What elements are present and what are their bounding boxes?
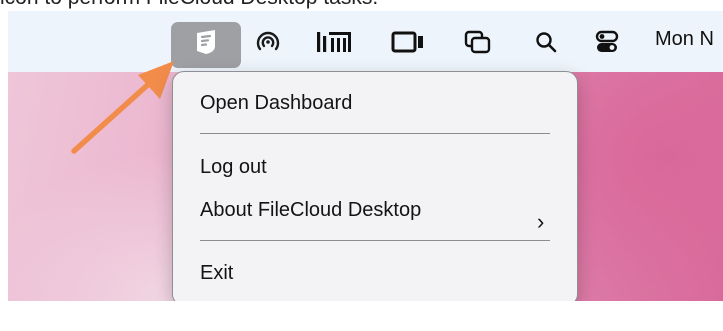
screen-record-icon[interactable] — [390, 26, 426, 58]
menubar-clock[interactable]: Mon N — [655, 28, 714, 51]
menu-item-log-out[interactable]: Log out — [200, 156, 267, 179]
menu-separator — [200, 240, 550, 241]
chevron-right-icon: › — [537, 209, 545, 234]
airdrop-icon[interactable] — [254, 26, 282, 58]
menu-item-exit[interactable]: Exit — [200, 262, 233, 285]
filecloud-icon[interactable] — [193, 26, 219, 58]
annotation-arrow — [71, 61, 174, 154]
control-center-icon[interactable] — [593, 26, 621, 58]
menu-item-about-filecloud-desktop[interactable]: About FileCloud Desktop — [200, 199, 421, 222]
menu-item-open-dashboard[interactable]: Open Dashboard — [200, 92, 352, 115]
search-icon[interactable] — [534, 26, 558, 58]
menu-separator — [200, 133, 550, 134]
caption-text: icon to perform FileCloud Desktop tasks. — [0, 0, 723, 10]
window-switch-icon[interactable] — [463, 26, 493, 58]
stats-icon[interactable] — [314, 26, 356, 58]
filecloud-dropdown-menu: Open Dashboard Log out About FileCloud D… — [172, 71, 578, 301]
desktop-screen: Mon N Open Dashboard Log out About FileC… — [8, 11, 723, 301]
